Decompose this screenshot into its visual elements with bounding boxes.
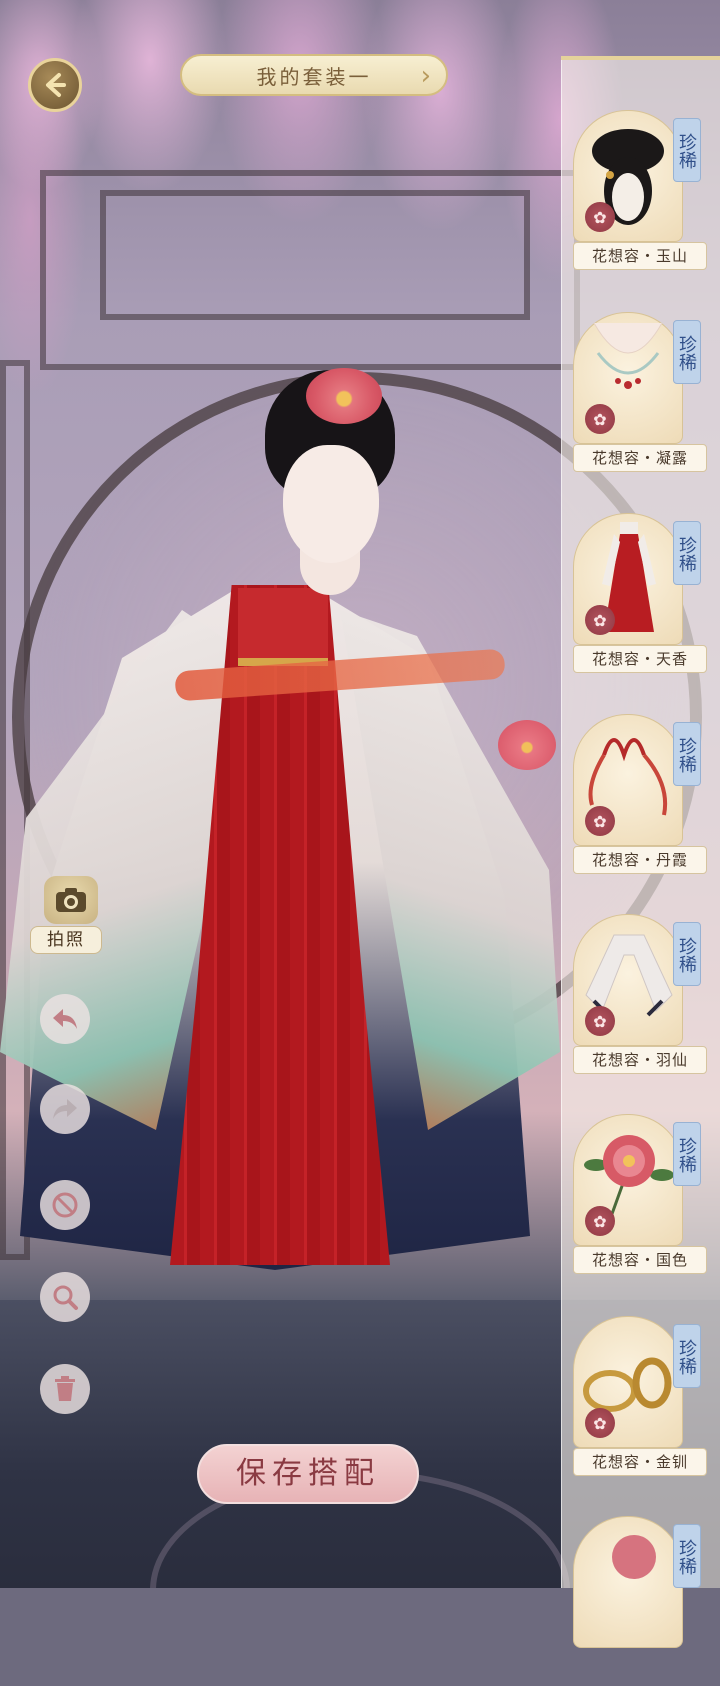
rarity-badge: 珍稀 <box>673 320 701 384</box>
rarity-badge: 珍稀 <box>673 1524 701 1588</box>
item-name: 花想容・丹霞 <box>573 846 707 874</box>
lotus-icon: ✿ <box>585 1206 615 1236</box>
lotus-icon: ✿ <box>585 1408 615 1438</box>
character-bodice <box>238 588 328 666</box>
item-name: 花想容・天香 <box>573 645 707 673</box>
save-outfit-button[interactable]: 保存搭配 <box>197 1444 419 1504</box>
item-card[interactable]: 珍稀 ✿ 花想容・国色 <box>573 1114 713 1284</box>
outfit-selector[interactable]: 我的套装一 › <box>180 54 448 96</box>
redo-icon <box>53 1099 77 1119</box>
camera-button[interactable] <box>44 876 98 924</box>
rarity-badge: 珍稀 <box>673 1122 701 1186</box>
item-card[interactable]: 珍稀 ✿ 花想容・金钏 <box>573 1316 713 1486</box>
trash-icon <box>55 1376 75 1401</box>
item-card[interactable]: 珍稀 ✿ 花想容・凝露 <box>573 312 713 482</box>
lattice-frame <box>100 190 530 320</box>
item-card[interactable]: 珍稀 ✿ 花想容・羽仙 <box>573 914 713 1084</box>
lotus-icon: ✿ <box>585 404 615 434</box>
back-button[interactable] <box>28 58 82 112</box>
back-arrow-icon <box>46 73 66 97</box>
camera-label[interactable]: 拍照 <box>30 926 102 954</box>
character[interactable] <box>0 360 560 1300</box>
camera-icon <box>56 888 86 912</box>
item-card[interactable]: 珍稀 ✿ 花想容・天香 <box>573 513 713 683</box>
item-thumbnail-frame <box>573 1516 683 1648</box>
undo-icon <box>53 1009 77 1029</box>
zoom-button[interactable] <box>40 1272 90 1322</box>
item-thumbnail-icon <box>612 1535 656 1579</box>
hair-peony <box>306 368 382 424</box>
lotus-icon: ✿ <box>585 806 615 836</box>
item-name: 花想容・国色 <box>573 1246 707 1274</box>
item-name: 花想容・玉山 <box>573 242 707 270</box>
character-face <box>283 445 379 563</box>
item-card[interactable]: 珍稀 <box>573 1516 713 1686</box>
rarity-badge: 珍稀 <box>673 722 701 786</box>
item-name: 花想容・凝露 <box>573 444 707 472</box>
clear-icon <box>52 1192 78 1218</box>
lotus-icon: ✿ <box>585 202 615 232</box>
lotus-icon: ✿ <box>585 605 615 635</box>
item-card[interactable]: 珍稀 ✿ 花想容・玉山 <box>573 110 713 280</box>
outfit-title: 我的套装一 <box>256 64 372 89</box>
lotus-icon: ✿ <box>585 1006 615 1036</box>
chevron-right-icon[interactable]: › <box>421 61 434 91</box>
rarity-badge: 珍稀 <box>673 521 701 585</box>
item-name: 花想容・羽仙 <box>573 1046 707 1074</box>
zoom-icon <box>53 1285 78 1310</box>
rarity-badge: 珍稀 <box>673 922 701 986</box>
hand-peony <box>498 720 556 770</box>
clear-button[interactable] <box>40 1180 90 1230</box>
delete-button[interactable] <box>40 1364 90 1414</box>
undo-button[interactable] <box>40 994 90 1044</box>
rarity-badge: 珍稀 <box>673 1324 701 1388</box>
item-name: 花想容・金钏 <box>573 1448 707 1476</box>
redo-button[interactable] <box>40 1084 90 1134</box>
rarity-badge: 珍稀 <box>673 118 701 182</box>
panel-top-border <box>561 56 720 60</box>
item-card[interactable]: 珍稀 ✿ 花想容・丹霞 <box>573 714 713 884</box>
